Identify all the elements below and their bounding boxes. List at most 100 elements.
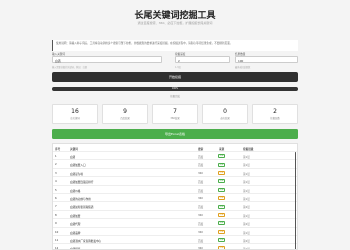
table-row[interactable]: 2 白酒加盟入口 百度 高频 第1层: [53, 160, 297, 169]
cell-engine: 百度: [198, 181, 204, 185]
depth-select[interactable]: 2: [175, 56, 230, 63]
stat-card-total: 16 总关键词: [52, 104, 98, 124]
cell-level: 第1层: [243, 164, 250, 168]
export-excel-button[interactable]: 导出Excel表格: [52, 129, 298, 139]
page-subtitle: 通过百度搜索、360、必应下拉框，扩展挖掘长尾关键词: [137, 21, 213, 25]
cell-keyword: 白酒价格: [70, 189, 81, 193]
keyword-input[interactable]: 白酒: [52, 56, 162, 63]
stat-number: 9: [123, 108, 127, 115]
source-badge: 高频: [218, 162, 225, 167]
stat-card-baidu: 9 百度结果: [102, 104, 148, 124]
cell-keyword: 白酒加盟: [70, 214, 81, 218]
cell-engine: 360: [198, 213, 203, 217]
cell-index: 10: [55, 230, 59, 234]
stat-number: 0: [223, 108, 227, 115]
cell-engine: 360: [198, 196, 203, 200]
progress-status: 挖掘完成: [170, 95, 180, 98]
header-level[interactable]: 挖掘层级: [243, 147, 253, 151]
table-scrollbar[interactable]: [294, 152, 296, 249]
stat-caption: 百度结果: [120, 117, 130, 120]
stat-number: 2: [273, 108, 277, 115]
table-row[interactable]: 7 白酒如何鉴别真假酒 百度 高频 第2层: [53, 202, 297, 211]
keyword-hint: 输入需要挖掘的关键词，例如：白酒: [52, 66, 87, 69]
cell-index: 7: [55, 205, 57, 209]
stat-caption: 挖掘层数: [270, 117, 280, 120]
stat-caption: 360结果: [170, 117, 180, 120]
cell-level: 第1层: [243, 172, 250, 176]
depth-hint: 1-3层: [175, 66, 181, 69]
cell-level: 第2层: [243, 206, 250, 210]
stat-number: 16: [71, 108, 79, 115]
depth-label: 挖掘深度: [175, 52, 186, 56]
cell-engine: 百度: [198, 189, 204, 193]
cell-index: 3: [55, 171, 57, 175]
table-row[interactable]: 8 白酒加盟 360 中频 第1层: [53, 211, 297, 220]
cell-level: 第2层: [243, 223, 250, 227]
source-badge: 高频: [218, 187, 225, 192]
table-row[interactable]: 6 白酒的功效与作用 360 中频 第1层: [53, 194, 297, 203]
source-badge: 高频: [218, 154, 225, 159]
cell-level: 第1层: [243, 181, 250, 185]
stat-card-360: 7 360结果: [152, 104, 198, 124]
source-badge: 高频: [218, 221, 225, 226]
start-mining-button[interactable]: 开始挖掘: [52, 72, 298, 82]
header-keyword[interactable]: 关键词: [70, 147, 78, 151]
cell-engine: 360: [198, 171, 203, 175]
cell-index: 6: [55, 196, 57, 200]
progress-fill: 100%: [52, 87, 298, 91]
cell-level: 第2层: [243, 239, 250, 243]
cell-keyword: 白酒品牌: [70, 231, 81, 235]
stats-panel: 16 总关键词 9 百度结果 7 360结果 0 必应结果 2 挖掘层数: [52, 104, 298, 124]
limit-label: 结果数量: [235, 52, 246, 56]
cell-engine: 百度: [198, 223, 204, 227]
table-row[interactable]: 11 白酒酒水厂家直销批发中心 百度 高频 第2层: [53, 236, 297, 245]
cell-keyword: 白酒代理: [70, 223, 81, 227]
table-row[interactable]: 1 白酒 百度 高频 第1层: [53, 152, 297, 161]
stat-number: 7: [173, 108, 177, 115]
table-row[interactable]: 3 白酒是为啥 360 中频 第1层: [53, 169, 297, 178]
cell-keyword: 白酒是为啥: [70, 172, 83, 176]
table-body: 1 白酒 百度 高频 第1层 2 白酒加盟入口 百度 高频 第1层 3 白酒是为啥 360 中频 第1层 4 白…: [53, 152, 297, 250]
source-badge: 中频: [218, 170, 225, 175]
cell-keyword: 白酒的功效与作用: [70, 197, 91, 201]
cell-engine: 百度: [198, 156, 204, 159]
cell-keyword: 白酒加盟入口: [70, 164, 86, 168]
table-row[interactable]: 9 白酒代理 百度 高频 第2层: [53, 219, 297, 228]
table-header: 序号 关键词 搜索 来源 挖掘层级: [53, 144, 297, 152]
cell-keyword: 白酒如何鉴别真假酒: [70, 206, 94, 210]
page-title: 长尾关键词挖掘工具: [134, 11, 216, 21]
cell-engine: 百度: [198, 239, 204, 243]
source-badge: 高频: [218, 179, 225, 184]
cell-keyword: 白酒酒水厂家直销批发中心: [70, 239, 102, 243]
results-table: 序号 关键词 搜索 来源 挖掘层级 1 白酒 百度 高频 第1层 2 白酒加盟入口 百度 高频第…: [52, 143, 298, 250]
table-row[interactable]: 12 白酒招商 360 中频 第1层: [53, 244, 297, 250]
header-engine[interactable]: 搜索: [198, 147, 203, 151]
cell-level: 第1层: [243, 156, 250, 159]
source-badge: 中频: [218, 196, 225, 201]
cell-index: 1: [55, 155, 57, 158]
cell-engine: 百度: [198, 206, 204, 210]
cell-index: 8: [55, 213, 57, 217]
stat-card-bing: 0 必应结果: [202, 104, 248, 124]
cell-level: 第1层: [243, 189, 250, 193]
cell-engine: 百度: [198, 164, 204, 168]
limit-input[interactable]: 100: [235, 56, 298, 63]
stat-caption: 必应结果: [220, 117, 230, 120]
cell-engine: 360: [198, 230, 203, 234]
keyword-label: 输入关键词: [52, 52, 65, 56]
progress-bar: 100%: [52, 87, 298, 91]
limit-hint: 最多返回结果数: [235, 66, 251, 69]
table-row[interactable]: 10 白酒品牌 360 中频 第1层: [53, 228, 297, 236]
table-row[interactable]: 5 白酒价格 百度 高频 第1层: [53, 186, 297, 194]
cell-index: 11: [55, 238, 59, 242]
cell-level: 第1层: [243, 197, 250, 201]
cell-keyword: 白酒: [70, 156, 76, 159]
table-row[interactable]: 4 白酒加盟连锁店排行 百度 高频 第1层: [53, 177, 297, 186]
stat-card-depth: 2 挖掘层数: [252, 104, 298, 124]
header-source[interactable]: 来源: [219, 147, 224, 151]
source-badge: 中频: [218, 246, 225, 250]
cell-level: 第1层: [243, 214, 250, 218]
source-badge: 高频: [218, 238, 225, 243]
header-index[interactable]: 序号: [55, 147, 60, 151]
cell-index: 5: [55, 188, 57, 192]
